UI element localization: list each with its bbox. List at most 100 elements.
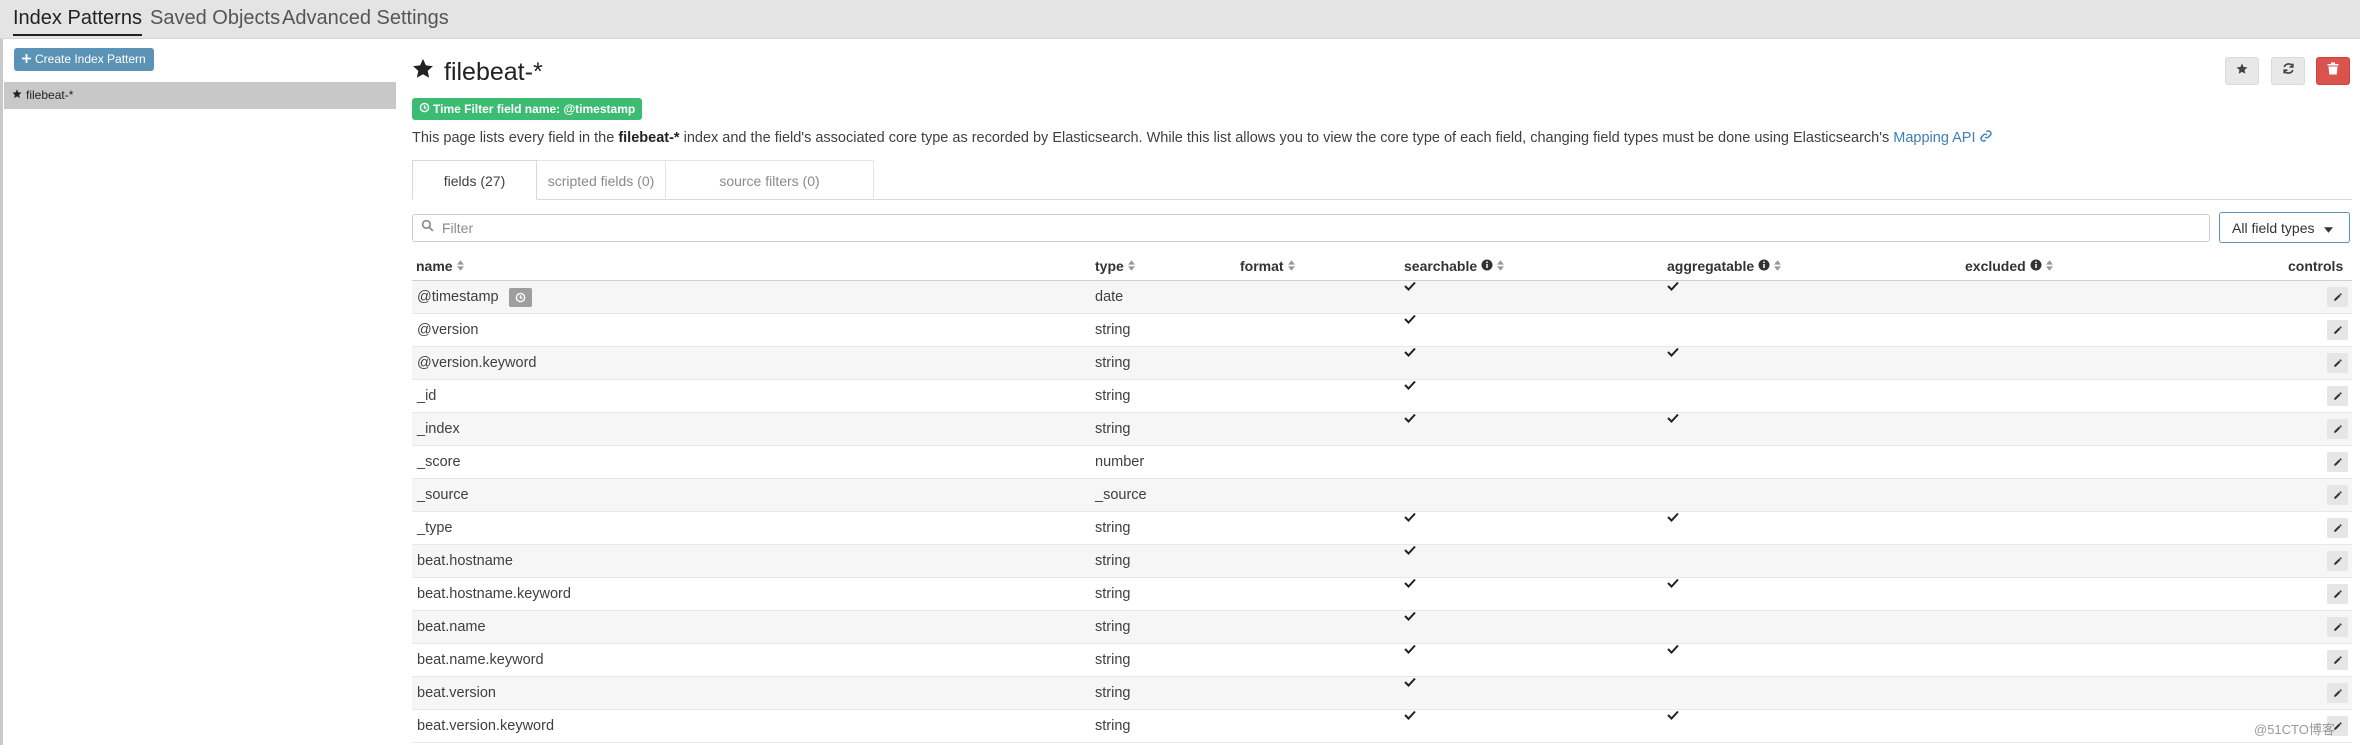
searchable-check-icon: [1404, 380, 1416, 390]
star-icon: [12, 82, 22, 109]
sort-icon: [2045, 256, 2053, 276]
edit-field-button[interactable]: [2327, 584, 2348, 604]
pencil-icon: [2333, 457, 2343, 467]
set-default-button[interactable]: [2225, 57, 2259, 85]
column-aggregatable-label: aggregatable: [1667, 258, 1755, 274]
column-searchable-label: searchable: [1404, 258, 1478, 274]
column-type-label: type: [1095, 258, 1124, 274]
column-aggregatable[interactable]: aggregatable: [1667, 256, 1782, 276]
edit-field-button[interactable]: [2327, 650, 2348, 670]
aggregatable-check-icon: [1667, 512, 1679, 522]
searchable-check-icon: [1404, 347, 1416, 357]
info-icon: [1481, 256, 1493, 276]
info-icon: [2030, 256, 2042, 276]
field-name-text: beat.hostname: [417, 553, 513, 569]
field-type: string: [1095, 718, 1131, 734]
sidebar-item-filebeat[interactable]: filebeat-*: [4, 82, 396, 109]
edit-field-button[interactable]: [2327, 386, 2348, 406]
edit-field-button[interactable]: [2327, 683, 2348, 703]
field-name-text: _source: [417, 487, 469, 503]
mapping-api-link[interactable]: Mapping API: [1893, 130, 1992, 146]
tab-index-patterns[interactable]: Index Patterns: [13, 6, 142, 36]
sort-icon: [1497, 256, 1505, 276]
aggregatable-check-icon: [1667, 578, 1679, 588]
pencil-icon: [2333, 325, 2343, 335]
create-index-pattern-button[interactable]: Create Index Pattern: [14, 48, 154, 71]
filter-input[interactable]: [440, 219, 2184, 237]
edit-field-button[interactable]: [2327, 551, 2348, 571]
table-row: beat.name string: [412, 611, 2352, 644]
column-searchable[interactable]: searchable: [1404, 256, 1505, 276]
field-name-text: @version.keyword: [417, 355, 537, 371]
column-type[interactable]: type: [1095, 256, 1135, 276]
column-controls: controls: [2288, 256, 2343, 276]
field-type-select[interactable]: All field types: [2219, 212, 2350, 243]
field-name: @version: [417, 314, 478, 346]
clock-icon: [419, 98, 430, 120]
aggregatable-check-icon: [1667, 347, 1679, 357]
searchable-check-icon: [1404, 413, 1416, 423]
edit-field-button[interactable]: [2327, 518, 2348, 538]
pencil-icon: [2333, 688, 2343, 698]
field-type: _source: [1095, 487, 1147, 503]
watermark: @51CTO博客: [2254, 722, 2335, 737]
edit-field-button[interactable]: [2327, 485, 2348, 505]
field-type: string: [1095, 421, 1131, 437]
table-row: beat.version string: [412, 677, 2352, 710]
delete-index-pattern-button[interactable]: [2316, 57, 2350, 85]
searchable-check-icon: [1404, 710, 1416, 720]
table-row: beat.name.keyword string: [412, 644, 2352, 677]
column-format[interactable]: format: [1240, 256, 1295, 276]
page-title-text: filebeat-*: [444, 58, 543, 86]
column-format-label: format: [1240, 258, 1284, 274]
time-filter-text: Time Filter field name: @timestamp: [433, 102, 636, 116]
tab-source-filters[interactable]: source filters (0): [666, 160, 874, 200]
table-row: _type string: [412, 512, 2352, 545]
field-name: beat.name: [417, 611, 486, 643]
edit-field-button[interactable]: [2327, 287, 2348, 307]
clock-icon: [508, 287, 532, 307]
field-type: string: [1095, 388, 1131, 404]
field-name-text: beat.version: [417, 685, 496, 701]
field-type-select-value: All field types: [2232, 219, 2315, 236]
trash-icon: [2327, 62, 2339, 80]
table-row: beat.hostname string: [412, 545, 2352, 578]
edit-field-button[interactable]: [2327, 452, 2348, 472]
link-icon: [1979, 130, 1992, 146]
star-icon: [2236, 62, 2248, 80]
refresh-icon: [2282, 62, 2295, 80]
field-type: string: [1095, 685, 1131, 701]
caret-down-icon: [2324, 220, 2334, 236]
tab-fields[interactable]: fields (27): [412, 160, 537, 200]
pencil-icon: [2333, 523, 2343, 533]
left-border: [0, 0, 3, 745]
aggregatable-check-icon: [1667, 281, 1679, 291]
table-row: _index string: [412, 413, 2352, 446]
refresh-fields-button[interactable]: [2271, 57, 2305, 85]
column-name[interactable]: name: [416, 256, 464, 276]
table-row: _score number: [412, 446, 2352, 479]
table-row: @version string: [412, 314, 2352, 347]
filter-box: [412, 214, 2210, 242]
field-name-text: beat.name: [417, 619, 486, 635]
edit-field-button[interactable]: [2327, 617, 2348, 637]
page-description: This page lists every field in the fileb…: [412, 128, 1992, 148]
description-text-2: index and the field's associated core ty…: [679, 130, 1894, 146]
field-name: beat.name.keyword: [417, 644, 544, 676]
tab-scripted-fields[interactable]: scripted fields (0): [537, 160, 666, 200]
edit-field-button[interactable]: [2327, 353, 2348, 373]
edit-field-button[interactable]: [2327, 320, 2348, 340]
searchable-check-icon: [1404, 512, 1416, 522]
pencil-icon: [2333, 655, 2343, 665]
tab-saved-objects[interactable]: Saved Objects: [150, 6, 280, 30]
sidebar: Create Index Pattern filebeat-*: [4, 39, 396, 745]
table-row: _source _source: [412, 479, 2352, 512]
edit-field-button[interactable]: [2327, 419, 2348, 439]
field-name: _index: [417, 413, 460, 445]
tab-advanced-settings[interactable]: Advanced Settings: [282, 6, 449, 30]
column-excluded[interactable]: excluded: [1965, 256, 2053, 276]
field-type: string: [1095, 520, 1131, 536]
field-name: beat.version.keyword: [417, 710, 554, 742]
pencil-icon: [2333, 391, 2343, 401]
field-name-text: _type: [417, 520, 453, 536]
